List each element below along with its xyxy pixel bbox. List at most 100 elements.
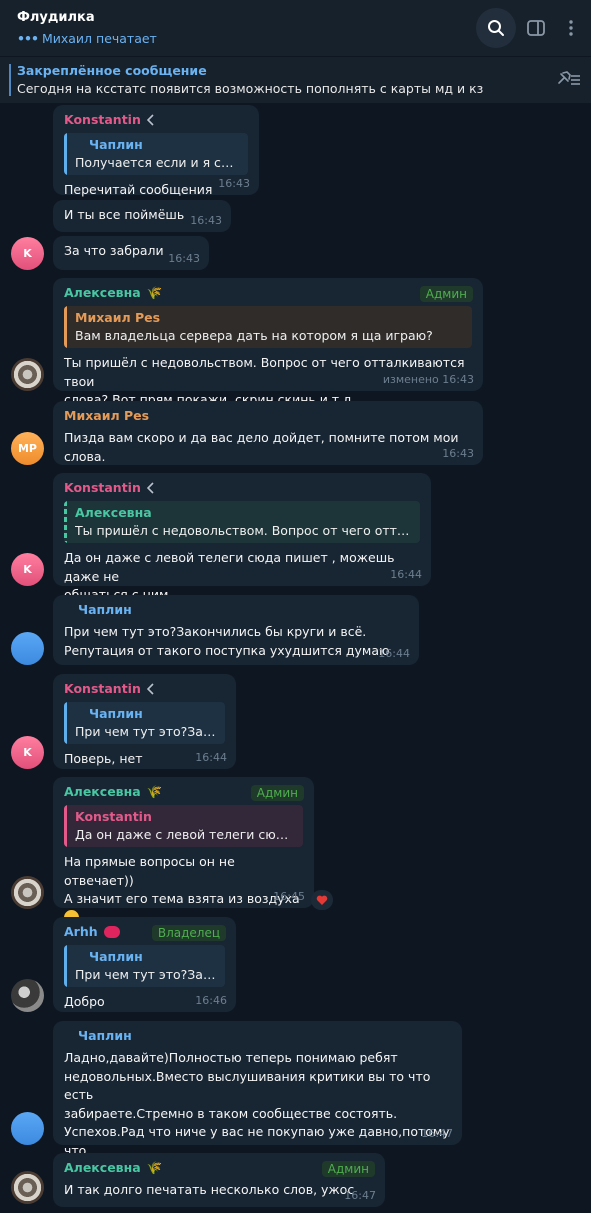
sender-name-text: Алексевна xyxy=(64,784,141,799)
message-bubble[interactable]: Konstantin Чаплин Получается если и я ск… xyxy=(53,105,259,197)
sender-name-text: Михаил Pes xyxy=(64,408,150,423)
owner-badge: Владелец xyxy=(151,925,226,941)
message-bubble[interactable]: И ты все поймёшь 16:43 xyxy=(53,200,231,232)
sender-name[interactable]: Чаплин xyxy=(64,601,408,618)
sidebar-toggle-button[interactable] xyxy=(516,8,556,48)
message-bubble[interactable]: Konstantin Алексевна Ты пришёл с недовол… xyxy=(53,473,431,602)
avatar[interactable]: MP xyxy=(11,432,44,465)
message-bubble[interactable]: Алексевна 🌾 Админ Михаил Pes Вам владель… xyxy=(53,278,483,407)
search-button[interactable] xyxy=(476,8,516,48)
pinned-message-bar[interactable]: Закреплённое сообщение Сегодня на ксстат… xyxy=(0,57,591,103)
message-bubble[interactable]: Чаплин Ладно,давайте)Полностью теперь по… xyxy=(53,1021,462,1176)
message-bubble[interactable]: Михаил Pes Пизда вам скоро и да вас дело… xyxy=(53,401,483,465)
sender-name-text: Чаплин xyxy=(78,1028,132,1043)
lips-emoji-icon xyxy=(103,925,120,938)
sender-name-text: Алексевна xyxy=(64,1160,141,1175)
reply-text: При чем тут это?Зако... xyxy=(75,967,217,982)
reply-text: Вам владельца сервера дать на котором я … xyxy=(75,328,433,343)
sender-name[interactable]: Konstantin xyxy=(64,111,248,128)
message-bubble[interactable]: Алексевна 🌾 Админ Konstantin Да он даже … xyxy=(53,777,314,943)
avatar[interactable] xyxy=(11,358,44,391)
pinned-text: Сегодня на ксстатс появится возможность … xyxy=(17,81,484,96)
message-bubble[interactable]: Arhh Владелец Чаплин При чем тут это?Зак… xyxy=(53,917,236,1012)
message-time: 16:44 xyxy=(378,647,410,660)
reply-quote[interactable]: Konstantin Да он даже с левой телеги сюд… xyxy=(64,805,303,847)
reply-arrow-icon xyxy=(146,113,154,126)
avatar[interactable] xyxy=(11,979,44,1012)
message-bubble[interactable]: Алексевна 🌾 Админ И так долго печатать н… xyxy=(53,1153,385,1207)
heart-reaction[interactable] xyxy=(311,890,333,910)
avatar[interactable]: K xyxy=(11,736,44,769)
text-line-content: А значит его тема взята из воздуха xyxy=(64,891,300,906)
message-time: 16:43 xyxy=(442,447,474,460)
avatar[interactable]: K xyxy=(11,237,44,270)
text-line: На прямые вопросы он не отвечает)) xyxy=(64,854,235,888)
sender-name[interactable]: Алексевна 🌾 xyxy=(64,284,472,301)
reply-text: Да он даже с левой телеги сюда п... xyxy=(75,827,295,842)
search-icon xyxy=(488,20,504,36)
reply-quote[interactable]: Чаплин Получается если и я скаж... xyxy=(64,133,248,175)
message-time: изменено 16:43 xyxy=(382,373,474,386)
message-time: 16:43 xyxy=(218,177,250,190)
admin-badge: Админ xyxy=(250,785,304,801)
reply-sender: Михаил Pes xyxy=(75,310,161,325)
plant-emoji-icon: 🌾 xyxy=(146,1159,163,1175)
text-line: Репутация от такого поступка ухудшится д… xyxy=(64,642,390,658)
more-vertical-icon xyxy=(569,20,573,36)
message-time: 16:47 xyxy=(344,1189,376,1202)
pinned-list-button[interactable] xyxy=(555,70,581,92)
avatar[interactable] xyxy=(11,1171,44,1204)
text-line: При чем тут это?Закончились бы круги и в… xyxy=(64,624,367,639)
pin-list-icon xyxy=(558,71,580,85)
admin-badge: Админ xyxy=(321,1161,375,1177)
sender-name-text: Arhh xyxy=(64,924,98,939)
avatar[interactable] xyxy=(11,876,44,909)
typing-indicator-icon: ••• xyxy=(17,31,39,46)
reply-quote[interactable]: Чаплин При чем тут это?Зако... xyxy=(64,945,225,987)
avatar[interactable] xyxy=(11,1112,44,1145)
sender-name-text: Чаплин xyxy=(78,602,132,617)
reply-quote[interactable]: Чаплин При чем тут это?Зако... xyxy=(64,702,225,744)
sender-name[interactable]: Михаил Pes xyxy=(64,407,472,424)
plant-emoji-icon: 🌾 xyxy=(146,783,163,799)
reply-text: При чем тут это?Зако... xyxy=(75,724,217,739)
sender-name[interactable]: Konstantin xyxy=(64,479,420,496)
message-bubble[interactable]: За что забрали 16:43 xyxy=(53,236,209,270)
message-time: 16:45 xyxy=(273,890,305,903)
sender-name-text: Konstantin xyxy=(64,480,141,495)
typing-status: ••• Михаил печатает xyxy=(17,31,157,46)
message-time: 16:43 xyxy=(190,214,222,227)
sender-name-text: Алексевна xyxy=(64,285,141,300)
sender-name[interactable]: Чаплин xyxy=(64,1027,451,1044)
message-time: 16:43 xyxy=(168,252,200,265)
plant-emoji-icon: 🌾 xyxy=(146,284,163,300)
avatar[interactable]: K xyxy=(11,553,44,586)
avatar[interactable] xyxy=(11,632,44,665)
reply-sender: Чаплин xyxy=(89,949,143,964)
sender-name[interactable]: Konstantin xyxy=(64,680,225,697)
reply-text: Ты пришёл с недовольством. Вопрос от чег… xyxy=(75,523,412,538)
reply-sender: Алексевна xyxy=(75,505,152,520)
reply-sender: Konstantin xyxy=(75,809,152,824)
chat-header: Флудилка ••• Михаил печатает xyxy=(0,0,591,56)
reply-sender: Чаплин xyxy=(89,137,143,152)
reply-quote[interactable]: Алексевна Ты пришёл с недовольством. Воп… xyxy=(64,501,420,543)
sidebar-icon xyxy=(527,20,545,36)
sender-name-text: Konstantin xyxy=(64,112,141,127)
message-bubble[interactable]: Чаплин При чем тут это?Закончились бы кр… xyxy=(53,595,419,665)
text-line: недовольных.Вместо выслушивания критики … xyxy=(64,1068,431,1103)
pinned-title: Закреплённое сообщение xyxy=(17,63,207,78)
admin-badge: Админ xyxy=(419,286,473,302)
chat-title[interactable]: Флудилка xyxy=(17,10,95,25)
reply-quote[interactable]: Михаил Pes Вам владельца сервера дать на… xyxy=(64,306,472,348)
reply-arrow-icon xyxy=(146,481,154,494)
message-time: 16:44 xyxy=(195,751,227,764)
message-text: При чем тут это?Закончились бы круги и в… xyxy=(64,623,408,660)
message-time: 16:44 xyxy=(390,568,422,581)
pinned-indicator xyxy=(9,64,11,96)
more-button[interactable] xyxy=(556,8,586,48)
message-text: Пизда вам скоро и да вас дело дойдет, по… xyxy=(64,430,459,464)
sender-name-text: Konstantin xyxy=(64,681,141,696)
heart-icon xyxy=(316,895,328,905)
message-bubble[interactable]: Konstantin Чаплин При чем тут это?Зако..… xyxy=(53,674,236,769)
